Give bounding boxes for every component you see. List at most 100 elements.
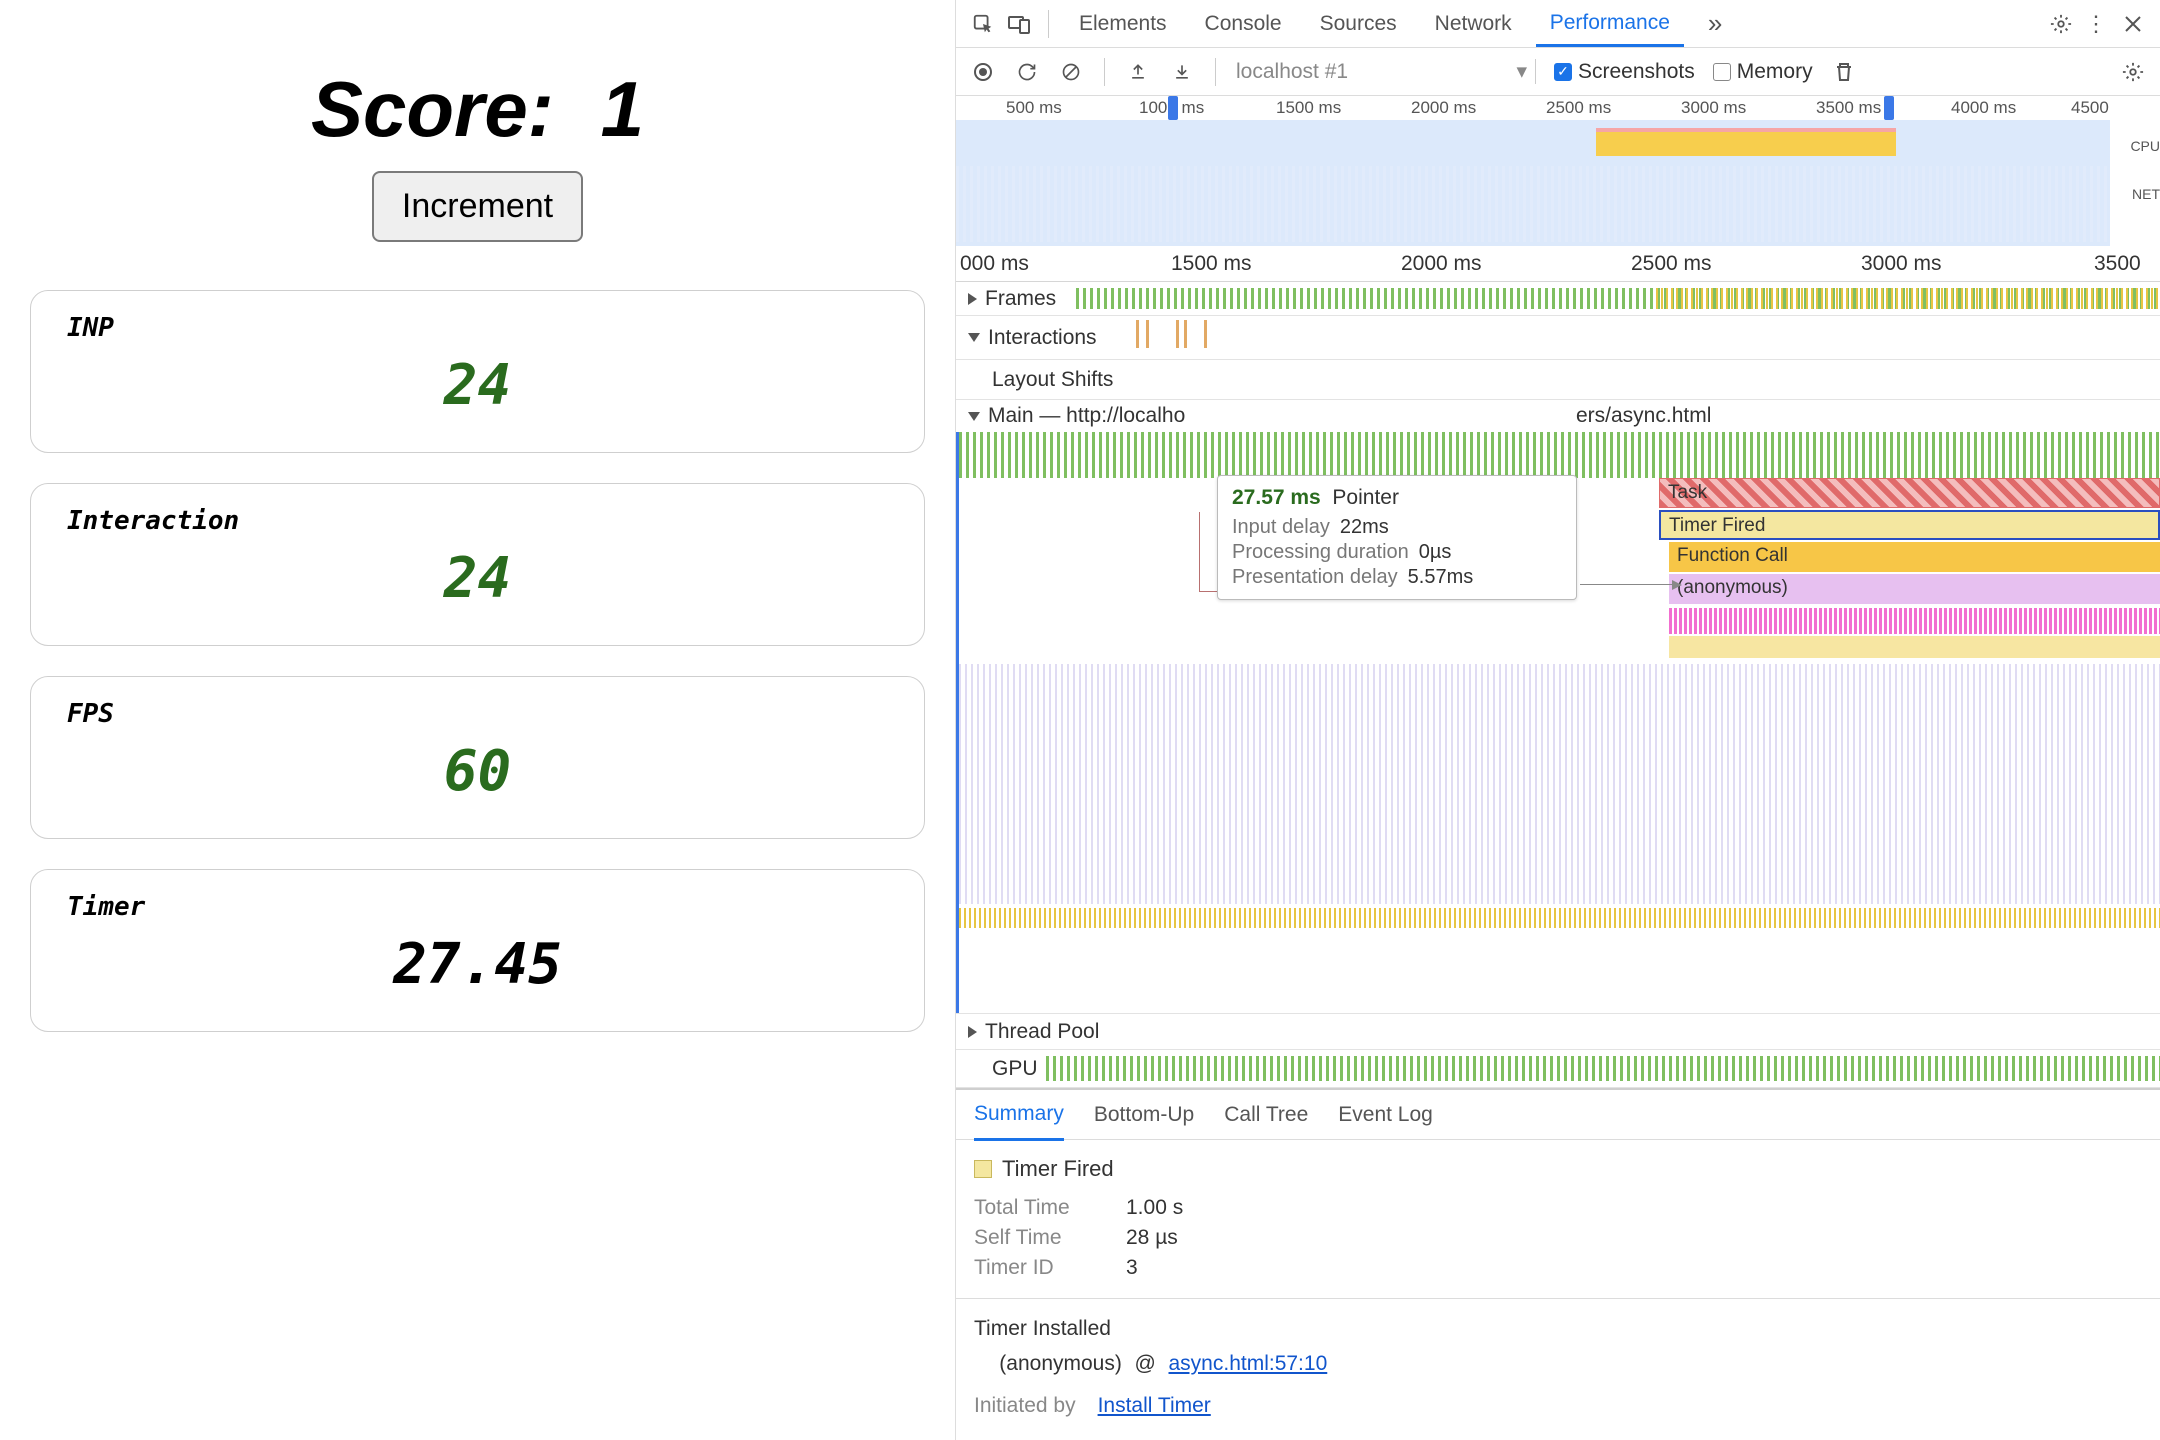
tab-sources[interactable]: Sources	[1306, 1, 1411, 47]
app-pane: Score: 1 Increment INP 24 Interaction 24…	[0, 0, 955, 1440]
gc-icon[interactable]	[1831, 59, 1857, 85]
layout-shifts-label: Layout Shifts	[992, 368, 1113, 392]
segment-function-call[interactable]: Function Call	[1669, 542, 2160, 572]
interactions-lane[interactable]: Interactions	[956, 316, 2160, 360]
interaction-label: Interaction	[67, 506, 888, 536]
range-handle-right[interactable]	[1884, 96, 1894, 120]
event-swatch	[974, 1160, 992, 1178]
interaction-card: Interaction 24	[30, 483, 925, 646]
thread-pool-lane[interactable]: Thread Pool	[956, 1014, 2160, 1050]
main-thread-lane[interactable]: Main — http://localho ers/async.html 27.…	[956, 400, 2160, 1014]
close-icon[interactable]	[2120, 11, 2146, 37]
tip-v: 5.57ms	[1408, 566, 1474, 589]
tooltip-arrow-icon	[1580, 584, 1680, 585]
kv-key: Timer ID	[974, 1256, 1104, 1280]
memory-checkbox[interactable]: Memory	[1713, 60, 1813, 84]
ov-tick: 3500 ms	[1816, 98, 1881, 118]
range-handle-left[interactable]	[1168, 96, 1178, 120]
segment-anonymous[interactable]: (anonymous)	[1669, 574, 2160, 604]
segment-task[interactable]: Task	[1659, 478, 2160, 508]
screenshots-checkbox[interactable]: ✓ Screenshots	[1554, 60, 1695, 84]
tip-k: Presentation delay	[1232, 566, 1398, 589]
interaction-tooltip: 27.57 ms Pointer Input delay22ms Process…	[1217, 475, 1577, 600]
checkbox-empty-icon	[1713, 63, 1731, 81]
tl-tick: 1500 ms	[1171, 252, 1252, 276]
ov-tick: 4500	[2071, 98, 2109, 118]
tab-console[interactable]: Console	[1191, 1, 1296, 47]
cpu-label: CPU	[2130, 138, 2160, 154]
disclosure-right-icon[interactable]	[968, 1026, 977, 1038]
record-icon[interactable]	[970, 59, 996, 85]
ov-tick: 2000 ms	[1411, 98, 1476, 118]
tab-more[interactable]: »	[1694, 1, 1736, 47]
ov-tick: 2500 ms	[1546, 98, 1611, 118]
reload-icon[interactable]	[1014, 59, 1040, 85]
kebab-icon[interactable]: ⋮	[2084, 11, 2110, 37]
gpu-label: GPU	[992, 1057, 1038, 1081]
segment-timer-fired[interactable]: Timer Fired	[1659, 510, 2160, 540]
download-icon[interactable]	[1169, 59, 1195, 85]
fps-value: 60	[67, 739, 888, 804]
gear-icon[interactable]	[2048, 11, 2074, 37]
inp-label: INP	[67, 313, 888, 343]
kv-val: 28 µs	[1126, 1226, 1178, 1250]
gpu-lane[interactable]: GPU	[956, 1050, 2160, 1088]
screenshots-label: Screenshots	[1578, 60, 1695, 84]
inspect-icon[interactable]	[970, 11, 996, 37]
upload-icon[interactable]	[1125, 59, 1151, 85]
timer-label: Timer	[67, 892, 888, 922]
cpu-activity-block	[1596, 128, 1896, 156]
tooltip-name: Pointer	[1332, 486, 1399, 509]
disclosure-right-icon[interactable]	[968, 293, 977, 305]
perf-toolbar: localhost #1 ▾ ✓ Screenshots Memory	[956, 48, 2160, 96]
details-tab-call-tree[interactable]: Call Tree	[1224, 1103, 1308, 1127]
tab-elements[interactable]: Elements	[1065, 1, 1181, 47]
devtools-tabstrip: Elements Console Sources Network Perform…	[956, 0, 2160, 48]
score-value: 1	[601, 65, 644, 153]
details-panel: Summary Bottom-Up Call Tree Event Log Ti…	[956, 1088, 2160, 1440]
kv-key: Total Time	[974, 1196, 1104, 1220]
overview-ticks	[956, 166, 2110, 242]
stack-location-link[interactable]: async.html:57:10	[1169, 1352, 1328, 1375]
details-tab-event-log[interactable]: Event Log	[1338, 1103, 1433, 1127]
kv-val: 3	[1126, 1256, 1138, 1280]
increment-button[interactable]: Increment	[372, 171, 583, 242]
score-display: Score: 1	[24, 64, 931, 155]
initiated-link[interactable]: Install Timer	[1098, 1394, 1211, 1418]
flame-chart[interactable]: 000 ms 1500 ms 2000 ms 2500 ms 3000 ms 3…	[956, 246, 2160, 1088]
event-name: Timer Fired	[1002, 1156, 1114, 1182]
main-label: Main — http://localho	[988, 404, 1185, 428]
tab-performance[interactable]: Performance	[1536, 1, 1684, 47]
device-icon[interactable]	[1006, 11, 1032, 37]
tab-network[interactable]: Network	[1421, 1, 1526, 47]
segment-pale[interactable]	[1669, 636, 2160, 658]
timer-card: Timer 27.45	[30, 869, 925, 1032]
details-tabs: Summary Bottom-Up Call Tree Event Log	[956, 1090, 2160, 1140]
stack-fn: (anonymous)	[999, 1352, 1122, 1375]
overview-ruler: 500 ms 1000 ms 1500 ms 2000 ms 2500 ms 3…	[956, 96, 2110, 120]
segment-pink[interactable]	[1669, 608, 2160, 634]
score-label: Score:	[311, 65, 554, 153]
thread-pool-label: Thread Pool	[985, 1020, 1099, 1044]
clear-icon[interactable]	[1058, 59, 1084, 85]
disclosure-down-icon[interactable]	[968, 333, 980, 342]
initiated-label: Initiated by	[974, 1394, 1076, 1418]
tip-v: 22ms	[1340, 516, 1389, 539]
details-tab-summary[interactable]: Summary	[974, 1102, 1064, 1141]
tip-v: 0µs	[1419, 541, 1452, 564]
context-selector[interactable]: localhost #1 ▾	[1236, 59, 1536, 84]
tip-k: Processing duration	[1232, 541, 1409, 564]
overview-minimap[interactable]: 500 ms 1000 ms 1500 ms 2000 ms 2500 ms 3…	[956, 96, 2160, 246]
inp-value: 24	[67, 353, 888, 418]
inp-card: INP 24	[30, 290, 925, 453]
layout-shifts-lane[interactable]: Layout Shifts	[956, 360, 2160, 400]
disclosure-down-icon[interactable]	[968, 412, 980, 421]
timer-installed-heading: Timer Installed	[974, 1317, 2142, 1341]
frames-lane[interactable]: Frames	[956, 282, 2160, 316]
details-tab-bottom-up[interactable]: Bottom-Up	[1094, 1103, 1194, 1127]
ov-tick: 3000 ms	[1681, 98, 1746, 118]
capture-settings-icon[interactable]	[2120, 59, 2146, 85]
ov-tick: 500 ms	[1006, 98, 1062, 118]
tl-tick: 3000 ms	[1861, 252, 1942, 276]
tl-tick: 3500	[2094, 252, 2141, 276]
